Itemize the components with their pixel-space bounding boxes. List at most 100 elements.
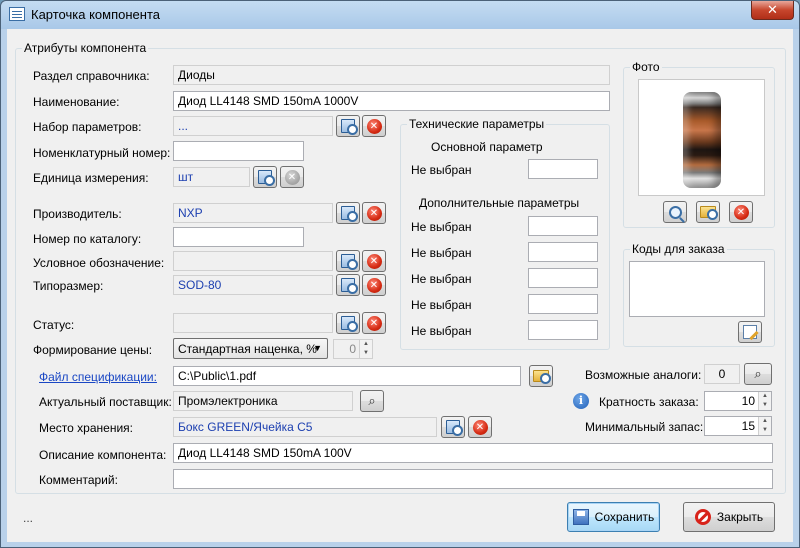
- photo-clear-button[interactable]: ✕: [729, 201, 753, 223]
- edit-icon: [743, 325, 757, 339]
- min-stock-value: 15: [741, 419, 755, 433]
- multiplicity-label: Кратность заказа:: [599, 395, 699, 409]
- extra-params-title: Дополнительные параметры: [419, 196, 580, 210]
- spinner-arrows: ▲ ▼: [359, 340, 372, 358]
- extra-param-1-input[interactable]: [528, 216, 598, 236]
- spec-file-input[interactable]: C:\Public\1.pdf: [173, 366, 521, 386]
- close-button-label: Закрыть: [716, 510, 764, 524]
- params-select-button[interactable]: [336, 115, 360, 137]
- diode-image: [683, 92, 721, 188]
- name-input[interactable]: Диод LL4148 SMD 150mA 1000V: [173, 91, 610, 111]
- spec-file-browse-button[interactable]: [529, 365, 553, 387]
- status-select-button[interactable]: [336, 312, 360, 334]
- photo-legend: Фото: [630, 60, 662, 74]
- folder-icon: [700, 206, 718, 220]
- manufacturer-clear-button[interactable]: ✕: [362, 202, 386, 224]
- supplier-label: Актуальный поставщик:: [39, 395, 172, 409]
- extra-param-5-label: Не выбран: [411, 324, 472, 338]
- extra-param-2-label: Не выбран: [411, 246, 472, 260]
- remove-icon: ✕: [366, 253, 382, 269]
- name-label: Наименование:: [33, 95, 120, 109]
- section-field: Диоды: [173, 65, 610, 85]
- status-field: [173, 313, 333, 333]
- manufacturer-field: NXP: [173, 203, 333, 223]
- save-button[interactable]: Сохранить: [567, 502, 660, 532]
- size-select-button[interactable]: [336, 274, 360, 296]
- extra-param-5-input[interactable]: [528, 320, 598, 340]
- extra-param-3-input[interactable]: [528, 268, 598, 288]
- nomen-input[interactable]: [173, 141, 304, 161]
- multiplicity-spinner[interactable]: 10 ▲ ▼: [704, 391, 772, 411]
- size-clear-button[interactable]: ✕: [362, 274, 386, 296]
- dialog-window: Карточка компонента ✕ Атрибуты компонент…: [0, 0, 800, 548]
- price-mode-value: Стандартная наценка, %: [178, 342, 317, 356]
- spinner-arrows[interactable]: ▲ ▼: [758, 392, 771, 410]
- extra-param-4-label: Не выбран: [411, 298, 472, 312]
- unit-select-button[interactable]: [253, 166, 277, 188]
- directory-icon: [341, 254, 358, 270]
- extra-param-3-label: Не выбран: [411, 272, 472, 286]
- remove-icon: ✕: [366, 315, 382, 331]
- status-text: ...: [23, 511, 34, 525]
- title-bar[interactable]: Карточка компонента ✕: [1, 1, 799, 29]
- remove-icon: ✕: [284, 169, 300, 185]
- storage-select-button[interactable]: [441, 416, 465, 438]
- component-photo: [638, 79, 765, 196]
- spinner-arrows[interactable]: ▲ ▼: [758, 417, 771, 435]
- params-clear-button[interactable]: ✕: [362, 115, 386, 137]
- info-icon: i: [573, 393, 589, 409]
- remove-icon: ✕: [366, 118, 382, 134]
- storage-field: Бокс GREEN/Ячейка C5: [173, 417, 437, 437]
- directory-icon: [341, 316, 358, 332]
- description-input[interactable]: Диод LL4148 SMD 150mA 100V: [173, 443, 773, 463]
- spec-file-link[interactable]: Файл спецификации:: [39, 370, 157, 384]
- analogs-search-button[interactable]: ⌕: [744, 363, 772, 385]
- min-stock-spinner[interactable]: 15 ▲ ▼: [704, 416, 772, 436]
- directory-icon: [446, 420, 463, 436]
- main-param-label: Не выбран: [411, 163, 472, 177]
- directory-icon: [341, 206, 358, 222]
- symbol-select-button[interactable]: [336, 250, 360, 272]
- photo-view-button[interactable]: [663, 201, 687, 223]
- section-label: Раздел справочника:: [33, 69, 150, 83]
- zoom-icon: [668, 205, 682, 219]
- price-mode-select[interactable]: Стандартная наценка, % ▼: [173, 338, 328, 359]
- size-label: Типоразмер:: [33, 279, 104, 293]
- symbol-label: Условное обозначение:: [33, 256, 165, 270]
- params-label: Набор параметров:: [33, 120, 142, 134]
- status-label: Статус:: [33, 318, 75, 332]
- unit-clear-button[interactable]: ✕: [280, 166, 304, 188]
- directory-icon: [258, 170, 275, 186]
- catalog-input[interactable]: [173, 227, 304, 247]
- photo-load-button[interactable]: [696, 201, 720, 223]
- min-stock-label: Минимальный запас:: [585, 420, 704, 434]
- main-param-input[interactable]: [528, 159, 598, 179]
- manufacturer-select-button[interactable]: [336, 202, 360, 224]
- unit-field: шт: [173, 167, 250, 187]
- analogs-count: 0: [704, 364, 740, 384]
- dialog-body: Атрибуты компонента Раздел справочника: …: [7, 29, 793, 542]
- binoculars-icon: ⌕: [368, 393, 376, 408]
- remove-icon: ✕: [366, 205, 382, 221]
- price-spinner: 0 ▲ ▼: [333, 339, 373, 359]
- window-close-button[interactable]: ✕: [751, 1, 794, 20]
- params-field: ...: [173, 116, 333, 136]
- storage-clear-button[interactable]: ✕: [468, 416, 492, 438]
- order-codes-edit-button[interactable]: [738, 321, 762, 343]
- comment-label: Комментарий:: [39, 473, 118, 487]
- analogs-label: Возможные аналоги:: [585, 368, 702, 382]
- supplier-search-button[interactable]: ⌕: [360, 390, 384, 412]
- remove-icon: ✕: [472, 419, 488, 435]
- order-codes-list[interactable]: [629, 261, 765, 317]
- order-codes-legend: Коды для заказа: [630, 242, 727, 256]
- directory-icon: [341, 278, 358, 294]
- manufacturer-label: Производитель:: [33, 207, 122, 221]
- status-clear-button[interactable]: ✕: [362, 312, 386, 334]
- close-button[interactable]: Закрыть: [683, 502, 775, 532]
- comment-input[interactable]: [173, 469, 773, 489]
- directory-icon: [341, 119, 358, 135]
- extra-param-2-input[interactable]: [528, 242, 598, 262]
- price-label: Формирование цены:: [33, 343, 153, 357]
- symbol-clear-button[interactable]: ✕: [362, 250, 386, 272]
- extra-param-4-input[interactable]: [528, 294, 598, 314]
